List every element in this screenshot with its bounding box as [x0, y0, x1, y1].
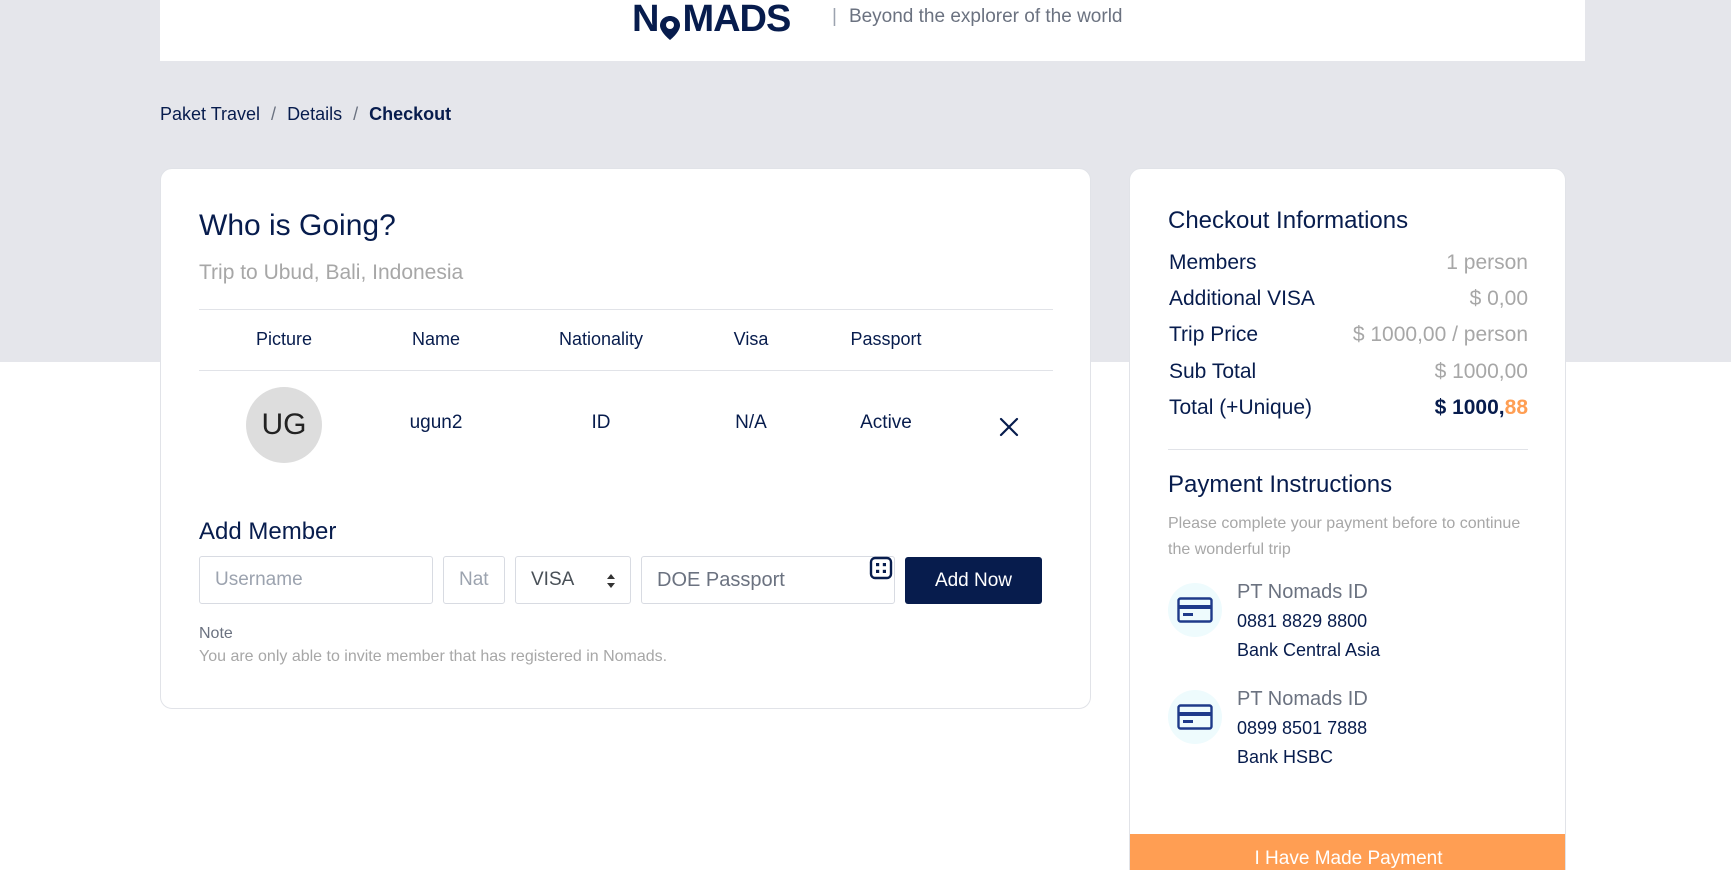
- bank-account-name: PT Nomads ID: [1237, 581, 1368, 603]
- who-is-going-title: Who is Going?: [199, 209, 396, 242]
- checkout-value: $ 1000,00: [1434, 360, 1528, 383]
- checkout-row-total: Total (+Unique) $ 1000,88: [1169, 396, 1528, 426]
- note-label: Note: [199, 625, 233, 642]
- total-value: $ 1000,88: [1435, 396, 1528, 420]
- payment-instructions-text: Please complete your payment before to c…: [1168, 515, 1521, 558]
- column-visa: Visa: [733, 329, 769, 349]
- divider: [1168, 449, 1528, 450]
- map-pin-icon: [659, 8, 681, 40]
- checkout-value: $ 0,00: [1469, 287, 1528, 310]
- select-caret-icon: [606, 573, 616, 589]
- note-text: You are only able to invite member that …: [199, 648, 668, 665]
- tagline-separator: |: [832, 6, 837, 27]
- i-have-made-payment-button[interactable]: I Have Made Payment: [1130, 834, 1565, 870]
- calendar-icon[interactable]: [869, 556, 893, 580]
- breadcrumb-details[interactable]: Details: [287, 104, 342, 125]
- bank-account-bca: PT Nomads ID 0881 8829 8800 Bank Central…: [1168, 581, 1528, 681]
- checkout-card: Checkout Informations Members 1 person A…: [1129, 168, 1566, 870]
- checkout-value: $ 1000,00 / person: [1352, 323, 1528, 346]
- who-is-going-card: Who is Going? Trip to Ubud, Bali, Indone…: [160, 168, 1091, 709]
- table-header: Picture Name Nationality Visa Passport: [199, 309, 1053, 371]
- trip-subtitle: Trip to Ubud, Bali, Indonesia: [199, 261, 464, 284]
- credit-card-icon: [1168, 583, 1222, 637]
- breadcrumb-separator: /: [353, 104, 359, 124]
- checkout-label: Sub Total: [1169, 360, 1257, 383]
- visa-select[interactable]: VISA: [515, 556, 631, 604]
- logo-text-start: N: [632, 0, 659, 40]
- tagline-text: Beyond the explorer of the world: [848, 6, 1123, 27]
- column-passport: Passport: [850, 329, 922, 349]
- breadcrumb-separator: /: [271, 104, 277, 124]
- column-name: Name: [411, 329, 461, 349]
- checkout-row-visa: Additional VISA $ 0,00: [1169, 287, 1528, 317]
- bank-account-hsbc: PT Nomads ID 0899 8501 7888 Bank HSBC: [1168, 688, 1528, 788]
- checkout-label: Additional VISA: [1169, 287, 1315, 310]
- nomads-logo[interactable]: N MADS: [632, 0, 791, 40]
- column-nationality: Nationality: [558, 329, 644, 349]
- table-row: UG ugun2 ID N/A Active: [199, 371, 1053, 479]
- total-unique-code: 88: [1504, 396, 1528, 419]
- checkout-row-trip-price: Trip Price $ 1000,00 / person: [1169, 323, 1528, 353]
- members-table: Picture Name Nationality Visa Passport U…: [199, 309, 1053, 479]
- bank-name: Bank Central Asia: [1237, 640, 1381, 660]
- checkout-value: 1 person: [1446, 251, 1528, 274]
- credit-card-icon: [1168, 690, 1222, 744]
- passport-date-input[interactable]: DOE Passport: [641, 556, 895, 604]
- member-passport: Active: [860, 412, 912, 433]
- close-icon[interactable]: [997, 415, 1021, 439]
- checkout-title: Checkout Informations: [1168, 207, 1409, 234]
- breadcrumb-checkout: Checkout: [369, 104, 452, 124]
- member-nationality: ID: [591, 412, 611, 433]
- checkout-label: Total (+Unique): [1169, 396, 1312, 419]
- total-main: $ 1000,: [1434, 396, 1505, 419]
- username-input[interactable]: Username: [199, 556, 433, 604]
- add-member-title: Add Member: [199, 518, 337, 545]
- bank-account-number: 0881 8829 8800: [1237, 611, 1368, 631]
- add-now-button[interactable]: Add Now: [905, 557, 1042, 604]
- member-visa: N/A: [735, 412, 767, 433]
- checkout-label: Trip Price: [1169, 323, 1259, 346]
- visa-select-value: VISA: [531, 569, 575, 590]
- site-header: N MADS | Beyond the explorer of the world: [160, 0, 1585, 61]
- payment-instructions-title: Payment Instructions: [1168, 471, 1393, 498]
- nationality-input[interactable]: Nat: [443, 556, 505, 604]
- column-picture: Picture: [255, 329, 313, 349]
- logo-text-end: MADS: [682, 0, 791, 40]
- bank-name: Bank HSBC: [1237, 747, 1334, 767]
- bank-account-number: 0899 8501 7888: [1237, 718, 1368, 738]
- member-name: ugun2: [409, 412, 463, 433]
- checkout-row-subtotal: Sub Total $ 1000,00: [1169, 360, 1528, 390]
- breadcrumb: Paket Travel / Details / Checkout: [160, 104, 451, 125]
- checkout-row-members: Members 1 person: [1169, 251, 1528, 281]
- breadcrumb-paket-travel[interactable]: Paket Travel: [160, 104, 260, 125]
- checkout-label: Members: [1169, 251, 1257, 274]
- avatar: UG: [246, 387, 322, 463]
- bank-account-name: PT Nomads ID: [1237, 688, 1368, 710]
- tagline: | Beyond the explorer of the world: [832, 6, 1123, 28]
